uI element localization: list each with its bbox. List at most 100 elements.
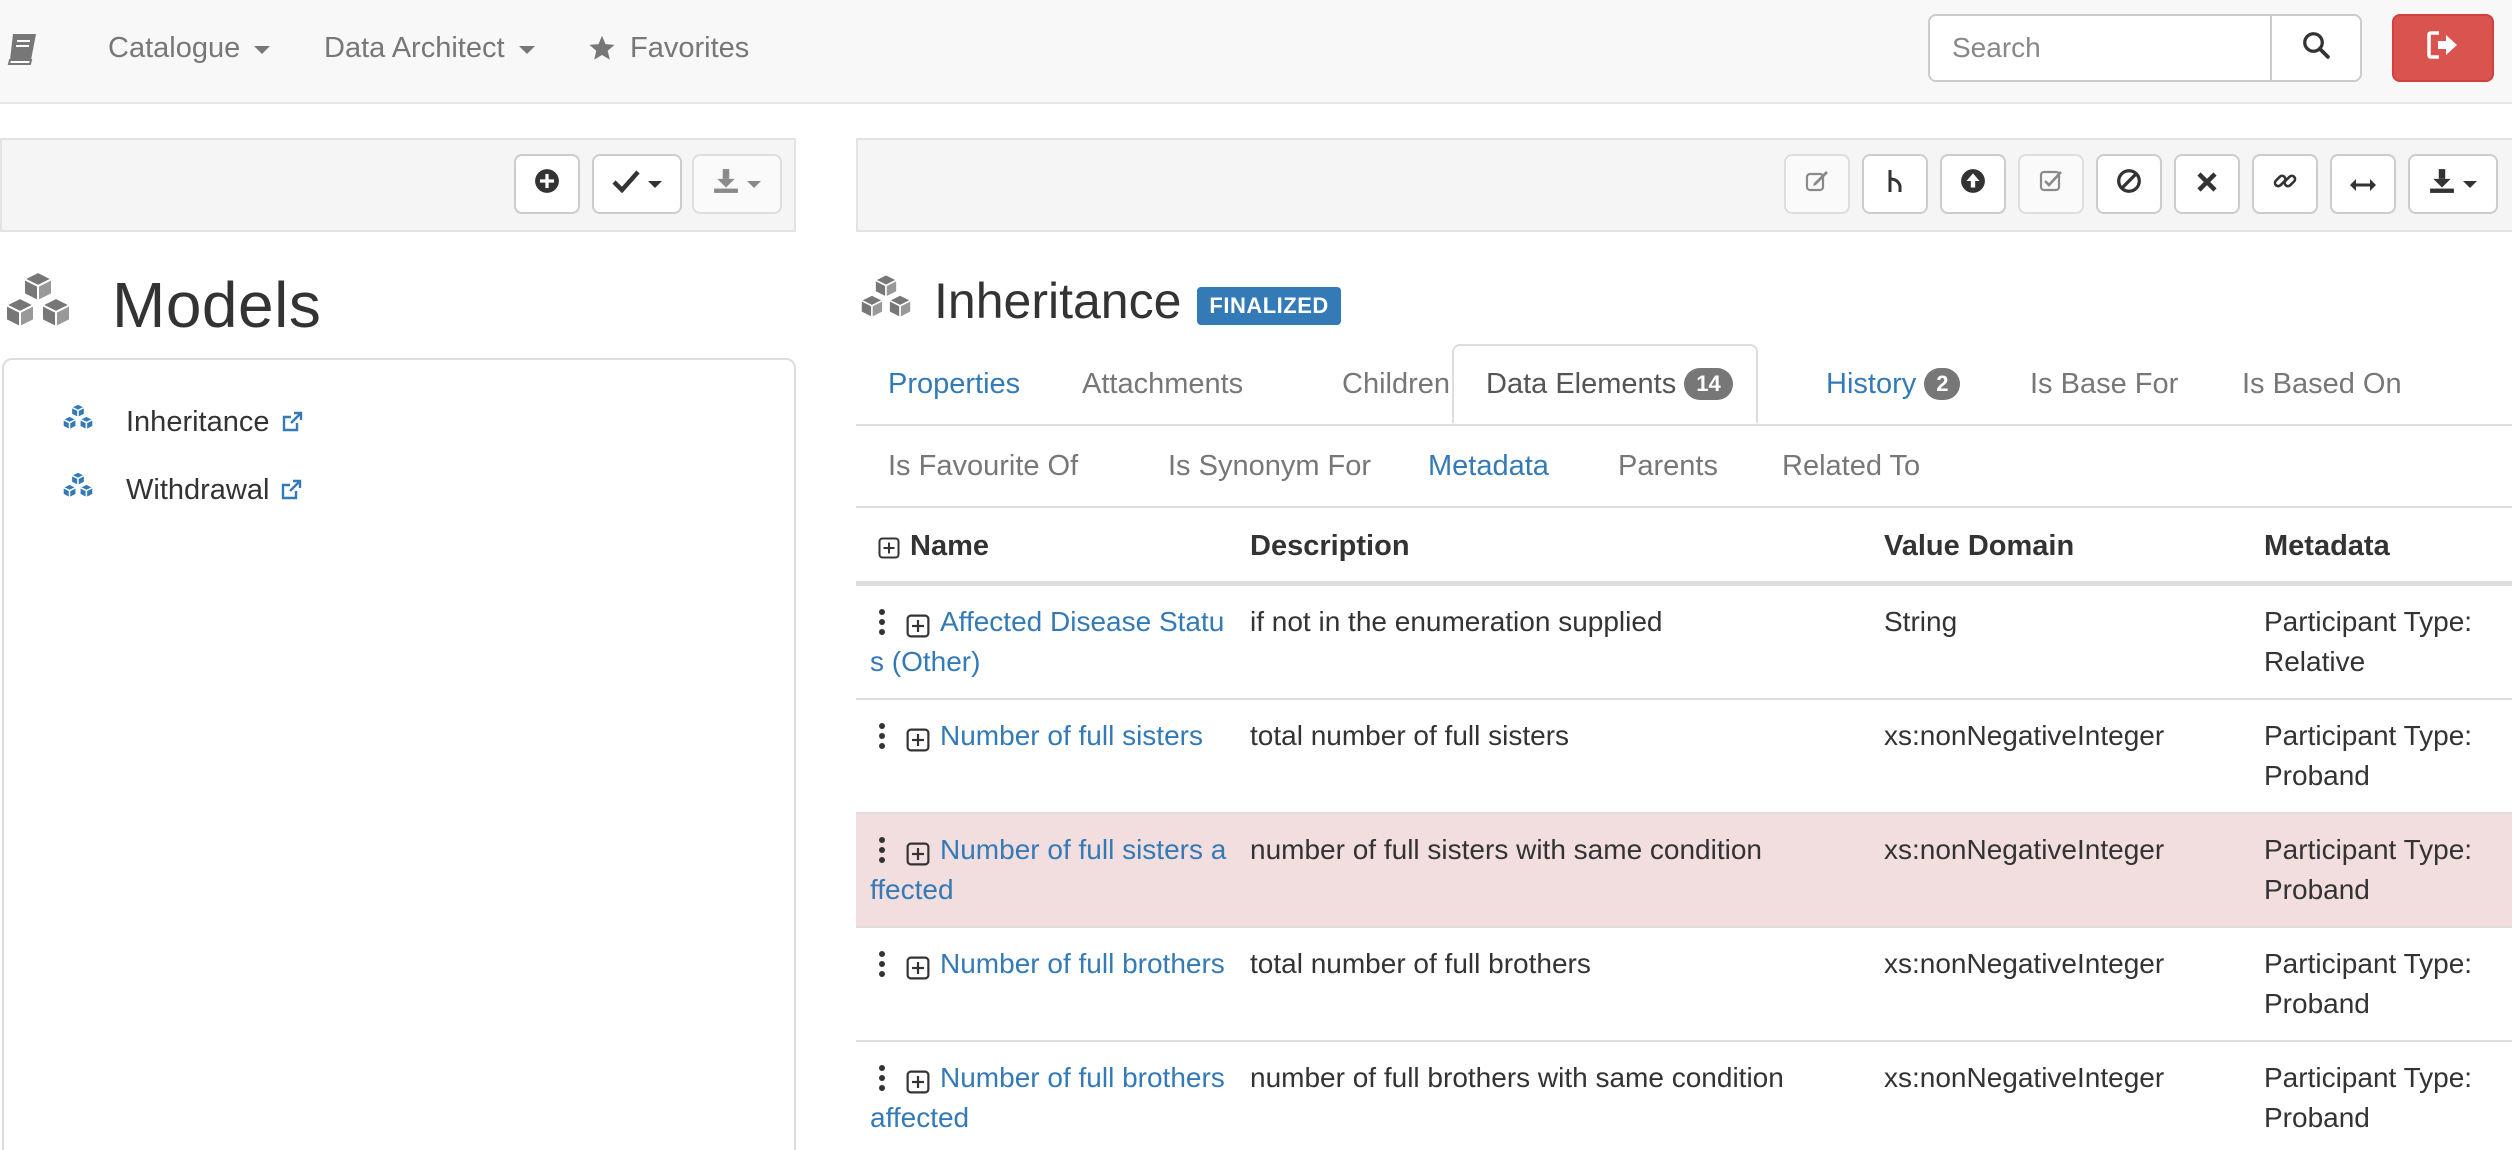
model-item-label: Withdrawal [126, 473, 270, 506]
chevron-down-icon [518, 46, 535, 54]
model-item-inheritance[interactable]: Inheritance [60, 402, 304, 442]
element-toolbar [856, 138, 2512, 232]
logout-button[interactable] [2392, 14, 2494, 82]
validate-dropdown-button[interactable] [592, 154, 682, 214]
search-input[interactable] [1928, 14, 2272, 82]
search-button[interactable] [2270, 14, 2362, 82]
column-name[interactable]: Name [878, 530, 989, 563]
create-model-button[interactable] [514, 154, 580, 214]
element-name-cell: Number of full sisters [870, 716, 1228, 756]
column-value-domain[interactable]: Value Domain [1884, 530, 2074, 563]
value-domain-cell: xs:nonNegativeInteger [1884, 720, 2165, 751]
tab-related-to[interactable]: Related To [1750, 426, 1952, 506]
finalize-button[interactable] [1940, 154, 2006, 214]
catalogue-menu[interactable]: Catalogue [108, 28, 271, 68]
tab-is-based-on[interactable]: Is Based On [2210, 344, 2434, 424]
kebab-menu-icon[interactable] [870, 1062, 894, 1094]
metadata-cell: Participant Type: Relative [2264, 606, 2473, 677]
tab-label: Data Elements [1486, 367, 1677, 400]
download-icon [713, 168, 739, 201]
expand-row-icon[interactable] [906, 609, 930, 649]
chevron-down-icon [2463, 180, 2477, 188]
table-row: Number of full brothers total number of … [856, 928, 2512, 1042]
kebab-menu-icon[interactable] [870, 948, 894, 980]
description-cell: number of full brothers with same condit… [1250, 1062, 1784, 1093]
edit-button[interactable] [1784, 154, 1850, 214]
validate-button[interactable] [2018, 154, 2084, 214]
kebab-menu-icon[interactable] [870, 834, 894, 866]
external-link-icon[interactable] [280, 410, 304, 434]
upload-circle-icon [1960, 168, 1986, 201]
description-cell: total number of full brothers [1250, 948, 1591, 979]
column-name-label: Name [910, 530, 989, 562]
kebab-menu-icon[interactable] [870, 720, 894, 752]
tab-label: History [1826, 367, 1917, 400]
value-domain-cell: xs:nonNegativeInteger [1884, 834, 2165, 865]
column-description[interactable]: Description [1250, 530, 1410, 563]
download-dropdown-button[interactable] [692, 154, 782, 214]
fork-icon [1884, 168, 1906, 201]
tab-label: Metadata [1428, 449, 1549, 482]
kebab-menu-icon[interactable] [870, 606, 894, 638]
expand-all-icon[interactable] [878, 534, 900, 567]
value-domain-cell: xs:nonNegativeInteger [1884, 948, 2165, 979]
compare-button[interactable] [2330, 154, 2396, 214]
element-name-cell: Number of full brothers affected [870, 1058, 1228, 1138]
tab-label: Children [1342, 367, 1450, 400]
link-button[interactable] [2252, 154, 2318, 214]
data-architect-menu[interactable]: Data Architect [324, 28, 535, 68]
external-link-icon[interactable] [279, 478, 303, 502]
metadata-cell: Participant Type: Proband [2264, 1062, 2473, 1133]
resize-horizontal-icon [2349, 168, 2377, 200]
cubes-icon [856, 273, 916, 330]
tab-label: Parents [1618, 449, 1718, 482]
tab-attachments[interactable]: Attachments [1050, 344, 1275, 424]
table-header: Name Description Value Domain Metadata [856, 506, 2512, 586]
delete-button[interactable] [2174, 154, 2240, 214]
model-item-withdrawal[interactable]: Withdrawal [60, 470, 303, 510]
tab-is-favourite-of[interactable]: Is Favourite Of [856, 426, 1110, 506]
expand-row-icon[interactable] [906, 951, 930, 991]
tab-label: Is Synonym For [1168, 449, 1372, 482]
chevron-down-icon [648, 180, 662, 188]
tab-label: Properties [888, 367, 1021, 400]
tab-label: Is Favourite Of [888, 449, 1079, 482]
chevron-down-icon [254, 46, 271, 54]
ban-icon [2116, 168, 2142, 201]
metadata-cell: Participant Type: Proband [2264, 720, 2473, 791]
metadata-cell: Participant Type: Proband [2264, 948, 2473, 1019]
tab-label: Related To [1782, 449, 1921, 482]
favorites-link[interactable]: Favorites [588, 28, 749, 68]
tab-parents[interactable]: Parents [1586, 426, 1750, 506]
tab-is-synonym-for[interactable]: Is Synonym For [1136, 426, 1403, 506]
tab-properties[interactable]: Properties [856, 344, 1052, 424]
table-row: Number of full brothers affected number … [856, 1042, 2512, 1150]
models-title: Models [112, 269, 322, 341]
description-cell: if not in the enumeration supplied [1250, 606, 1663, 637]
metadata-cell: Participant Type: Proband [2264, 834, 2473, 905]
top-navbar: Catalogue Data Architect Favorites [0, 0, 2512, 104]
export-dropdown-button[interactable] [2408, 154, 2498, 214]
tab-data-elements[interactable]: Data Elements 14 [1452, 344, 1758, 424]
tab-history[interactable]: History 2 [1794, 344, 1992, 424]
models-toolbar [0, 138, 796, 232]
element-name-link[interactable]: Number of full sisters [940, 720, 1203, 751]
element-name-cell: Number of full sisters affected [870, 830, 1228, 910]
value-domain-cell: String [1884, 606, 1958, 637]
expand-row-icon[interactable] [906, 1065, 930, 1105]
create-new-version-button[interactable] [1862, 154, 1928, 214]
book-icon[interactable] [6, 32, 38, 66]
description-cell: total number of full sisters [1250, 720, 1570, 751]
table-row: Affected Disease Status (Other) if not i… [856, 586, 2512, 700]
expand-row-icon[interactable] [906, 837, 930, 877]
element-title: Inheritance [934, 273, 1182, 329]
element-name-link[interactable]: Number of full brothers [940, 948, 1225, 979]
tab-is-base-for[interactable]: Is Base For [1998, 344, 2210, 424]
model-item-label: Inheritance [126, 405, 270, 438]
plus-circle-icon [534, 168, 560, 201]
deprecate-button[interactable] [2096, 154, 2162, 214]
expand-row-icon[interactable] [906, 723, 930, 763]
tab-metadata[interactable]: Metadata [1396, 426, 1581, 506]
column-metadata[interactable]: Metadata [2264, 530, 2390, 563]
tab-label: Attachments [1082, 367, 1244, 400]
